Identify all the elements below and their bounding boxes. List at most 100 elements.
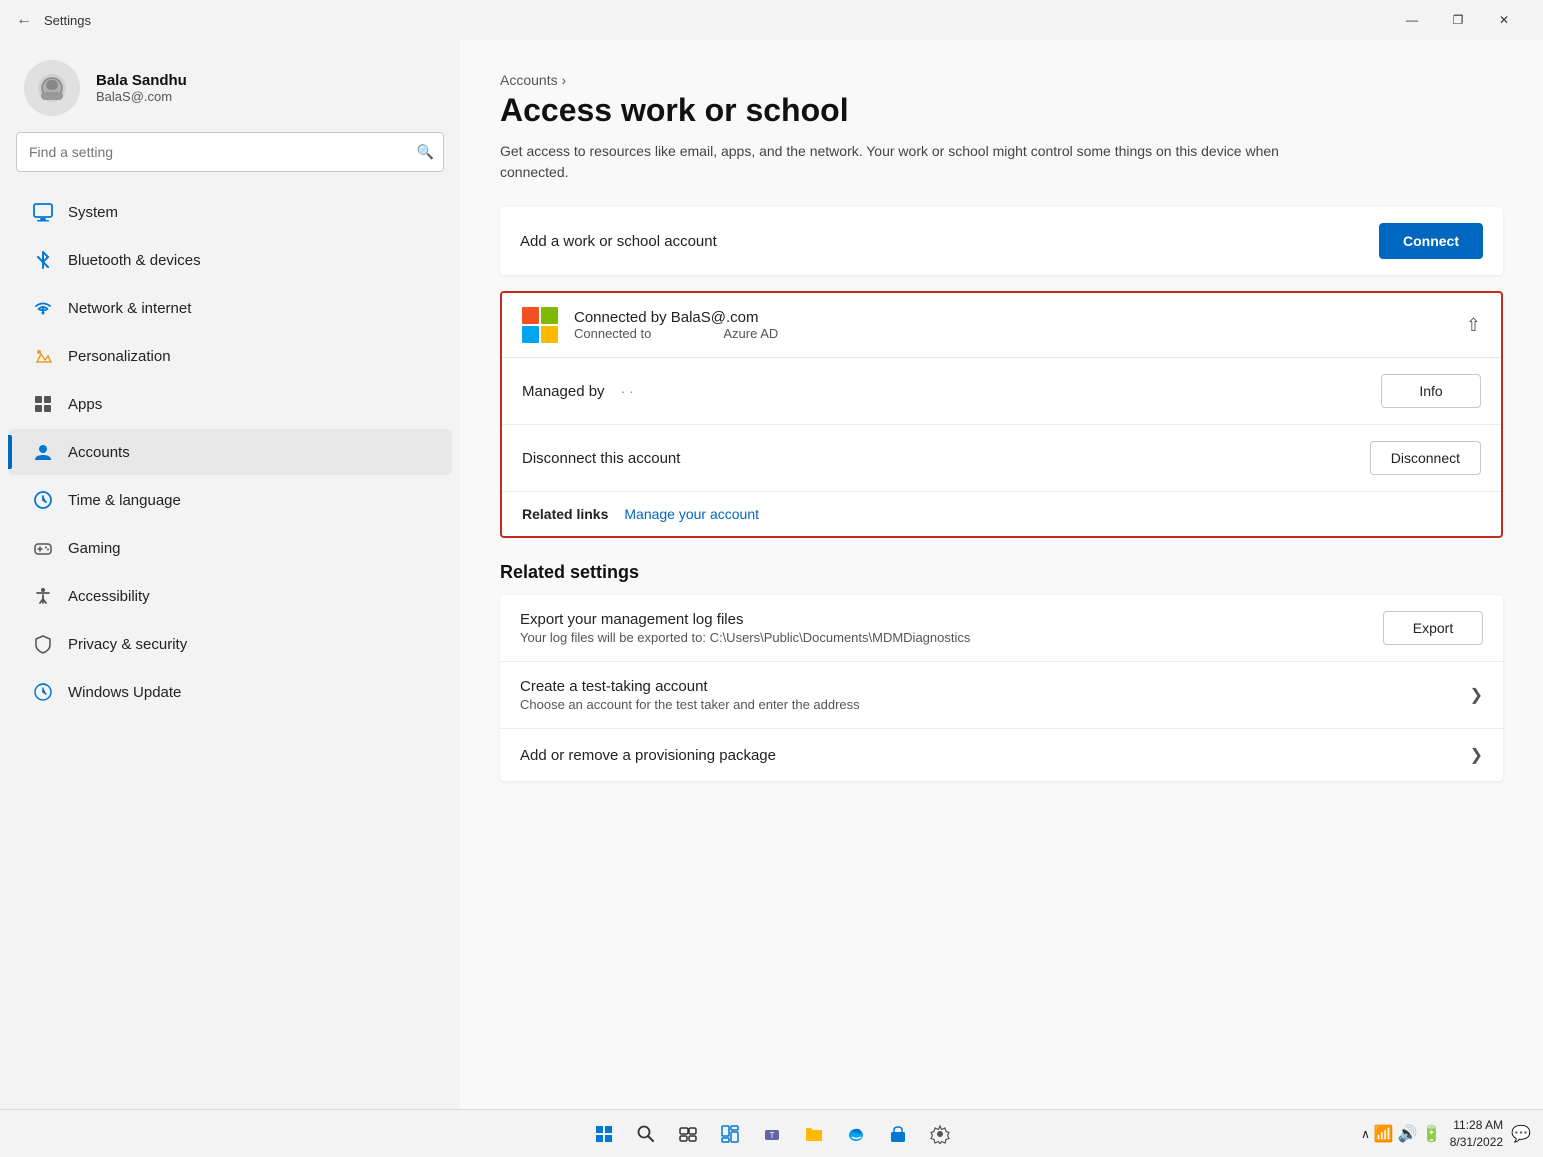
- managed-by-label: Managed by: [522, 383, 605, 400]
- page-description: Get access to resources like email, apps…: [500, 141, 1280, 183]
- sidebar-item-personalization[interactable]: Personalization: [8, 333, 452, 379]
- time-icon: [32, 489, 54, 511]
- settings-row-provisioning[interactable]: Add or remove a provisioning package ❯: [500, 729, 1503, 781]
- sidebar-item-bluetooth[interactable]: Bluetooth & devices: [8, 237, 452, 283]
- sidebar-item-windows-update[interactable]: Windows Update: [8, 669, 452, 715]
- settings-row-actions: Export: [1383, 611, 1483, 645]
- sidebar-item-label: Apps: [68, 396, 102, 413]
- titlebar: ← Settings — ❐ ✕: [0, 0, 1543, 40]
- svg-text:T: T: [769, 1131, 774, 1140]
- bluetooth-icon: [32, 249, 54, 271]
- task-view-button[interactable]: [670, 1116, 706, 1152]
- connected-header: Connected by BalaS@.com Connected to Azu…: [502, 293, 1501, 358]
- add-account-label: Add a work or school account: [520, 233, 717, 250]
- export-button[interactable]: Export: [1383, 611, 1483, 645]
- system-tray: ∧ 📶 🔊 🔋: [1361, 1124, 1442, 1144]
- connect-button[interactable]: Connect: [1379, 223, 1483, 259]
- date-display: 8/31/2022: [1450, 1134, 1503, 1151]
- minimize-button[interactable]: —: [1389, 4, 1435, 36]
- avatar: [24, 60, 80, 116]
- sidebar-item-system[interactable]: System: [8, 189, 452, 235]
- sidebar-item-time[interactable]: Time & language: [8, 477, 452, 523]
- manage-account-link[interactable]: Manage your account: [624, 506, 759, 522]
- settings-row-test-account[interactable]: Create a test-taking account Choose an a…: [500, 662, 1503, 729]
- tray-up-icon[interactable]: ∧: [1361, 1127, 1370, 1141]
- store-button[interactable]: [880, 1116, 916, 1152]
- battery-tray-icon[interactable]: 🔋: [1422, 1124, 1442, 1144]
- main-layout: Bala Sandhu BalaS@.com 🔍 System: [0, 40, 1543, 1109]
- related-links-label: Related links: [522, 506, 608, 522]
- connected-info: Connected by BalaS@.com Connected to Azu…: [574, 309, 1450, 341]
- sidebar-item-gaming[interactable]: Gaming: [8, 525, 452, 571]
- user-info: Bala Sandhu BalaS@.com: [96, 72, 187, 104]
- info-button[interactable]: Info: [1381, 374, 1481, 408]
- page-title: Access work or school: [500, 92, 1503, 129]
- sidebar-item-label: Personalization: [68, 348, 171, 365]
- sidebar-item-accessibility[interactable]: Accessibility: [8, 573, 452, 619]
- sidebar-item-accounts[interactable]: Accounts: [8, 429, 452, 475]
- related-settings-title: Related settings: [500, 562, 1503, 583]
- disconnect-label: Disconnect this account: [522, 450, 680, 467]
- clock[interactable]: 11:28 AM 8/31/2022: [1450, 1117, 1503, 1151]
- back-icon[interactable]: ←: [16, 11, 32, 29]
- sidebar-nav: System Bluetooth & devices Network & int…: [0, 188, 460, 716]
- start-button[interactable]: [586, 1116, 622, 1152]
- settings-row-actions: ❯: [1470, 745, 1483, 765]
- taskbar: T ∧ 📶 🔊 🔋 11:28 AM 8/31/2022 💬: [0, 1109, 1543, 1157]
- settings-row-content: Add or remove a provisioning package: [520, 747, 1470, 764]
- network-tray-icon[interactable]: 📶: [1374, 1124, 1394, 1144]
- settings-row-sub: Your log files will be exported to: C:\U…: [520, 630, 1383, 645]
- connected-sub: Connected to Azure AD: [574, 326, 1450, 341]
- settings-row-export[interactable]: Export your management log files Your lo…: [500, 595, 1503, 662]
- apps-icon: [32, 393, 54, 415]
- settings-row-title: Export your management log files: [520, 611, 1383, 628]
- gaming-icon: [32, 537, 54, 559]
- sidebar-item-label: Accessibility: [68, 588, 150, 605]
- settings-row-content: Create a test-taking account Choose an a…: [520, 678, 1470, 712]
- personalization-icon: [32, 345, 54, 367]
- taskbar-center: T: [586, 1116, 958, 1152]
- restore-button[interactable]: ❐: [1435, 4, 1481, 36]
- related-settings-list: Export your management log files Your lo…: [500, 595, 1503, 781]
- connected-account-card: Connected by BalaS@.com Connected to Azu…: [500, 291, 1503, 538]
- sidebar-item-label: Accounts: [68, 444, 130, 461]
- managed-by-value: · ·: [621, 383, 1381, 399]
- user-name: Bala Sandhu: [96, 72, 187, 89]
- settings-row-content: Export your management log files Your lo…: [520, 611, 1383, 645]
- accounts-icon: [32, 441, 54, 463]
- teams-button[interactable]: T: [754, 1116, 790, 1152]
- chevron-right-icon: ❯: [1470, 745, 1483, 765]
- connected-name: Connected by BalaS@.com: [574, 309, 1450, 326]
- sidebar-item-label: System: [68, 204, 118, 221]
- file-explorer-button[interactable]: [796, 1116, 832, 1152]
- sidebar-item-label: Time & language: [68, 492, 181, 509]
- microsoft-logo: [522, 307, 558, 343]
- search-box[interactable]: 🔍: [16, 132, 444, 172]
- system-icon: [32, 201, 54, 223]
- user-profile: Bala Sandhu BalaS@.com: [0, 40, 460, 132]
- settings-row-title: Add or remove a provisioning package: [520, 747, 1470, 764]
- search-input[interactable]: [16, 132, 444, 172]
- breadcrumb: Accounts ›: [500, 72, 1503, 88]
- user-email: BalaS@.com: [96, 89, 187, 104]
- sound-tray-icon[interactable]: 🔊: [1398, 1124, 1418, 1144]
- widgets-button[interactable]: [712, 1116, 748, 1152]
- notification-icon[interactable]: 💬: [1511, 1124, 1531, 1144]
- network-icon: [32, 297, 54, 319]
- taskbar-search-button[interactable]: [628, 1116, 664, 1152]
- settings-row-sub: Choose an account for the test taker and…: [520, 697, 1470, 712]
- disconnect-button[interactable]: Disconnect: [1370, 441, 1481, 475]
- managed-by-row: Managed by · · Info: [502, 358, 1501, 425]
- sidebar-item-privacy[interactable]: Privacy & security: [8, 621, 452, 667]
- close-button[interactable]: ✕: [1481, 4, 1527, 36]
- settings-taskbar-button[interactable]: [922, 1116, 958, 1152]
- time-display: 11:28 AM: [1450, 1117, 1503, 1134]
- chevron-up-icon[interactable]: ⇧: [1466, 315, 1481, 336]
- edge-button[interactable]: [838, 1116, 874, 1152]
- sidebar-item-apps[interactable]: Apps: [8, 381, 452, 427]
- related-links-row: Related links Manage your account: [502, 492, 1501, 536]
- sidebar-item-network[interactable]: Network & internet: [8, 285, 452, 331]
- sidebar-item-label: Privacy & security: [68, 636, 187, 653]
- taskbar-right: ∧ 📶 🔊 🔋 11:28 AM 8/31/2022 💬: [1361, 1117, 1531, 1151]
- sidebar-item-label: Gaming: [68, 540, 121, 557]
